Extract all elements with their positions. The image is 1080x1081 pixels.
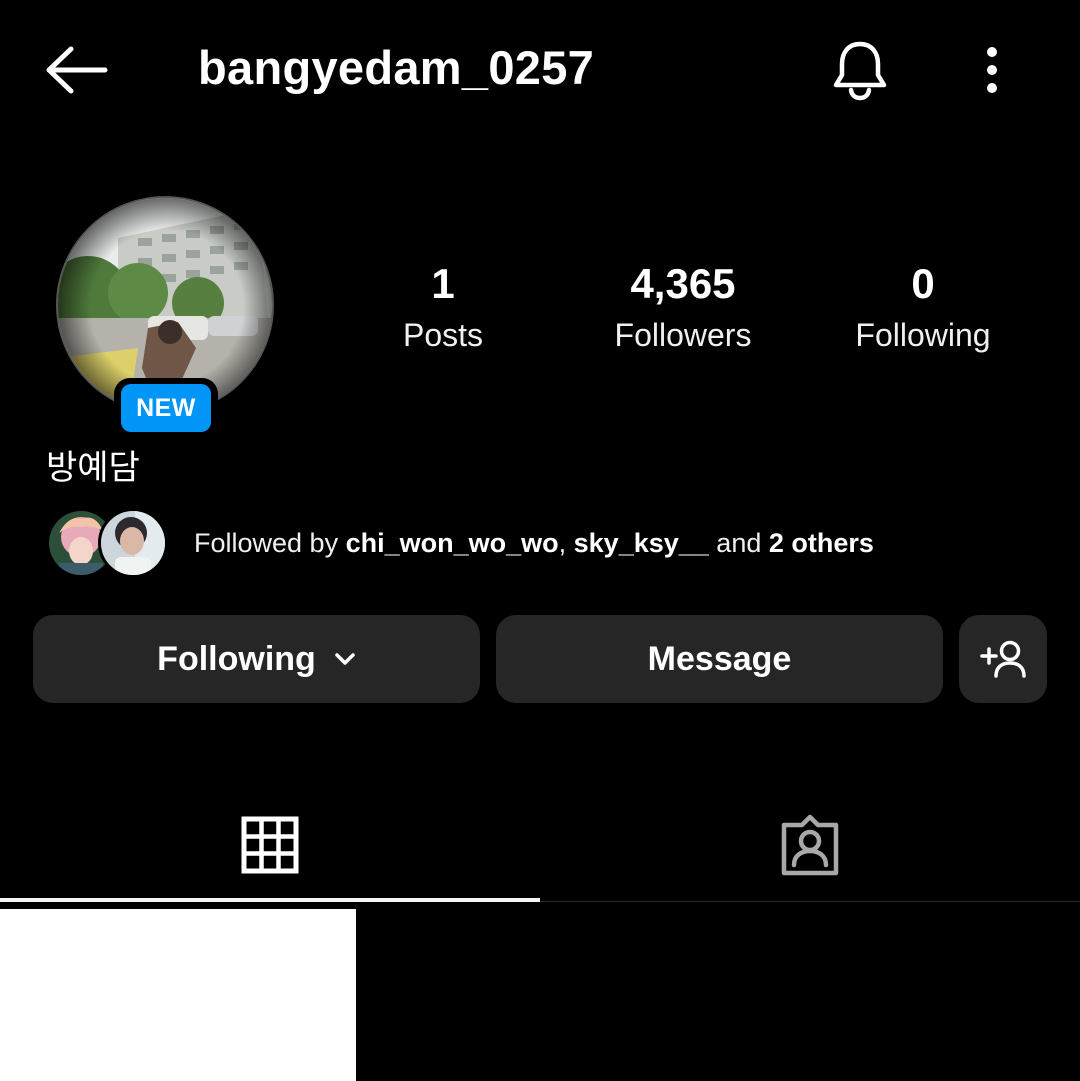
profile-tabs (0, 790, 1080, 904)
following-count-label: Following (855, 317, 991, 353)
mutual-and: and (708, 527, 769, 558)
message-button[interactable]: Message (496, 615, 943, 703)
post-thumbnail[interactable] (0, 909, 356, 1081)
following-button-label: Following (157, 639, 316, 678)
tab-tagged[interactable] (540, 790, 1080, 900)
more-options-button[interactable] (966, 40, 1018, 100)
following-count[interactable]: 0 Following (823, 258, 1023, 360)
new-badge-label: NEW (121, 384, 211, 432)
following-count-value: 0 (911, 260, 935, 307)
mutual-user-1: chi_won_wo_wo (345, 527, 559, 558)
mutual-avatars (46, 506, 170, 580)
profile-username: bangyedam_0257 (198, 41, 595, 94)
posts-count-value: 1 (431, 260, 455, 307)
chevron-down-icon (334, 652, 356, 666)
message-button-label: Message (647, 639, 792, 678)
mutual-others: 2 others (768, 527, 874, 558)
followers-count[interactable]: 4,365 Followers (583, 258, 783, 360)
notifications-button[interactable] (826, 34, 894, 106)
mutual-followers[interactable]: Followed by chi_won_wo_wo, sky_ksy__ and… (46, 506, 874, 580)
back-button[interactable] (40, 38, 112, 102)
new-badge: NEW (114, 378, 218, 438)
display-name: 방예담 (46, 448, 140, 488)
active-tab-indicator (0, 898, 540, 902)
top-bar: bangyedam_0257 (0, 0, 1080, 140)
mutual-separator: , (558, 527, 574, 558)
tagged-icon (781, 814, 839, 876)
followers-count-label: Followers (614, 317, 752, 353)
posts-count-label: Posts (402, 317, 484, 353)
tab-posts-grid[interactable] (0, 790, 540, 900)
add-user-icon (980, 640, 1026, 678)
more-vertical-icon (987, 47, 997, 93)
posts-count[interactable]: 1 Posts (343, 258, 543, 360)
grid-icon (241, 816, 299, 874)
following-button[interactable]: Following (33, 615, 480, 703)
mutual-followers-text: Followed by chi_won_wo_wo, sky_ksy__ and… (194, 528, 874, 559)
mutual-avatar-2 (98, 508, 168, 578)
mutual-user-2: sky_ksy__ (573, 527, 709, 558)
mutual-prefix: Followed by (194, 527, 346, 558)
tab-divider (540, 901, 1080, 902)
arrow-left-icon (46, 46, 108, 94)
suggested-users-button[interactable] (959, 615, 1047, 703)
bell-icon (833, 41, 887, 101)
followers-count-value: 4,365 (630, 260, 736, 307)
